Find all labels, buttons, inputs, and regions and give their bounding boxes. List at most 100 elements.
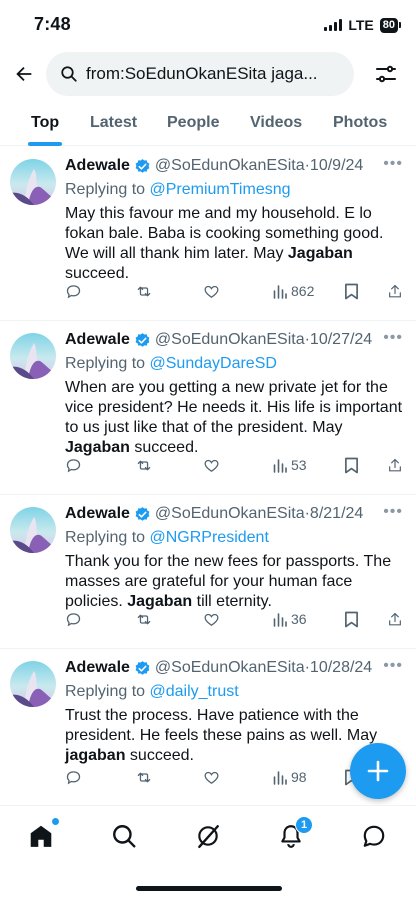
replying-to: Replying to @SundayDareSD [65,352,403,376]
more-options-icon[interactable]: ••• [383,657,403,675]
avatar[interactable] [10,159,56,205]
nav-explore[interactable] [108,820,140,852]
bold-keyword: jagaban [65,747,126,764]
share-button[interactable] [387,283,403,300]
like-button[interactable] [203,457,220,474]
views-count: 98 [291,769,307,785]
bookmark-icon [345,283,358,299]
reply-button[interactable] [65,283,82,300]
bookmark-button[interactable] [344,611,359,628]
tweet[interactable]: Adewale @SoEdunOkanESita · 10/27/24 ••• … [0,321,416,495]
tweet-header: Adewale @SoEdunOkanESita · 10/9/24 [65,155,403,177]
like-button[interactable] [203,283,220,300]
views-button[interactable]: 862 [273,283,314,299]
avatar[interactable] [10,661,56,707]
tweet[interactable]: Adewale @SoEdunOkanESita · 10/9/24 ••• R… [0,147,416,321]
nav-grok[interactable] [192,820,224,852]
notification-count-badge: 1 [295,816,313,834]
replying-to: Replying to @PremiumTimesng [65,178,403,202]
reply-button[interactable] [65,611,82,628]
replying-to-handle[interactable]: @NGRPresident [150,529,269,546]
reply-button[interactable] [65,457,82,474]
status-indicators: LTE 80 [324,17,402,33]
status-time: 7:48 [34,14,71,34]
author-name[interactable]: Adewale [65,157,130,175]
search-header [0,52,416,96]
reply-icon [66,612,81,626]
author-handle[interactable]: @SoEdunOkanESita [155,157,305,175]
avatar[interactable] [10,507,56,553]
verified-badge-icon [134,506,151,523]
author-handle[interactable]: @SoEdunOkanESita [155,659,305,677]
tweet-date[interactable]: 10/9/24 [310,157,363,175]
replying-to-handle[interactable]: @PremiumTimesng [150,181,291,198]
repost-button[interactable] [135,611,153,628]
replying-to: Replying to @daily_trust [65,680,403,704]
tweet-header: Adewale @SoEdunOkanESita · 10/27/24 [65,329,403,351]
views-button[interactable]: 53 [273,457,307,473]
back-button[interactable] [8,58,40,90]
more-options-icon[interactable]: ••• [383,503,403,521]
share-button[interactable] [387,611,403,628]
avatar[interactable] [10,333,56,379]
like-button[interactable] [203,611,220,628]
tab-photos[interactable]: Photos [333,100,387,146]
search-results-feed: Adewale @SoEdunOkanESita · 10/9/24 ••• R… [0,147,416,809]
compose-button[interactable] [350,743,406,799]
bookmark-button[interactable] [344,457,359,474]
replying-to-handle[interactable]: @daily_trust [150,683,239,700]
tweet-text: Thank you for the new fees for passports… [65,553,392,610]
bookmark-button[interactable] [344,283,359,300]
new-content-dot [52,818,59,825]
messages-icon [363,825,385,847]
tab-videos[interactable]: Videos [250,100,302,146]
search-icon [113,825,136,848]
nav-messages[interactable] [358,820,390,852]
tweet-date[interactable]: 10/27/24 [310,331,372,349]
tab-people[interactable]: People [167,100,219,146]
nav-notifications[interactable]: 1 [275,816,313,852]
tab-latest[interactable]: Latest [90,100,137,146]
repost-icon [137,614,151,624]
replying-to-label: Replying to [65,529,146,546]
verified-badge-icon [134,660,151,677]
tweet-date[interactable]: 10/28/24 [310,659,372,677]
views-button[interactable]: 36 [273,611,307,627]
more-options-icon[interactable]: ••• [383,329,403,347]
author-handle[interactable]: @SoEdunOkanESita [155,505,305,523]
search-input[interactable] [86,64,336,84]
bold-keyword: Jagaban [287,245,353,262]
home-indicator [136,886,282,891]
repost-button[interactable] [135,283,153,300]
replying-to: Replying to @NGRPresident [65,526,403,550]
views-chart-icon [273,612,287,627]
tweet[interactable]: Adewale @SoEdunOkanESita · 8/21/24 ••• R… [0,495,416,649]
nav-home[interactable] [25,818,59,852]
author-name[interactable]: Adewale [65,659,130,677]
author-name[interactable]: Adewale [65,331,130,349]
tweet-text: May this favour me and my household. E l… [65,205,384,282]
plus-icon [367,760,389,782]
home-icon [30,825,52,847]
views-chart-icon [273,284,287,299]
share-icon [389,284,401,297]
author-handle[interactable]: @SoEdunOkanESita [155,331,305,349]
tab-top[interactable]: Top [28,100,63,146]
views-button[interactable]: 98 [273,769,307,785]
replying-to-label: Replying to [65,683,146,700]
tweet-date[interactable]: 8/21/24 [310,505,363,523]
search-filter-button[interactable] [370,58,402,90]
author-name[interactable]: Adewale [65,505,130,523]
replying-to-label: Replying to [65,355,146,372]
heart-icon [204,459,219,472]
reply-button[interactable] [65,769,82,786]
status-bar: 7:48 LTE 80 [0,0,416,50]
like-button[interactable] [203,769,220,786]
share-button[interactable] [387,457,403,474]
views-count: 862 [291,283,315,299]
replying-to-handle[interactable]: @SundayDareSD [150,355,277,372]
search-box[interactable] [46,52,354,96]
more-options-icon[interactable]: ••• [383,155,403,173]
repost-button[interactable] [135,457,153,474]
repost-button[interactable] [135,769,153,786]
